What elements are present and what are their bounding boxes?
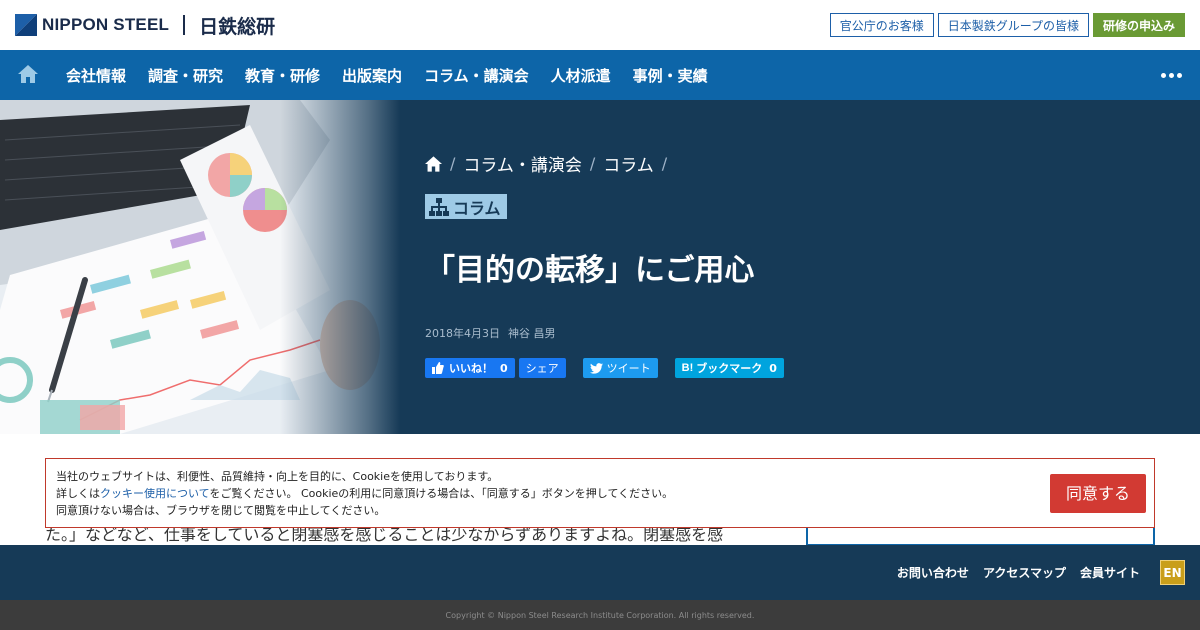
- copyright: Copyright © Nippon Steel Research Instit…: [0, 600, 1200, 630]
- logo-company-name: 日鉄総研: [199, 15, 276, 38]
- tweet-button[interactable]: ツイート: [582, 358, 658, 378]
- apply-training-button[interactable]: 研修の申込み: [1092, 13, 1185, 37]
- cookie-policy-link[interactable]: クッキー使用について: [100, 487, 209, 500]
- breadcrumb-separator: /: [661, 154, 668, 173]
- link-group[interactable]: 日本製鉄グループの皆様: [937, 13, 1089, 37]
- category-tag: コラム: [425, 194, 507, 219]
- thumbs-up-icon: [432, 362, 444, 374]
- facebook-like-button[interactable]: いいね！ 0: [425, 358, 515, 378]
- like-label: いいね！: [449, 362, 493, 375]
- tweet-label: ツイート: [606, 362, 651, 375]
- site-logo[interactable]: NIPPON STEEL 日鉄総研: [15, 13, 276, 38]
- cookie-text-line-2: 詳しくはクッキー使用についてをご覧ください。 Cookieの利用に同意頂ける場合…: [56, 485, 1144, 502]
- like-count: 0: [500, 361, 508, 375]
- nav-item-cases[interactable]: 事例・実績: [622, 65, 719, 86]
- breadcrumb-separator: /: [589, 154, 596, 173]
- hatena-b-icon: B!: [681, 362, 694, 374]
- nav-item-research[interactable]: 調査・研究: [137, 65, 234, 86]
- breadcrumb-home-icon[interactable]: [425, 155, 442, 172]
- breadcrumb-item-column[interactable]: コラム: [603, 151, 654, 176]
- publish-date: 2018年4月3日: [425, 327, 500, 340]
- logo-divider: [183, 15, 186, 35]
- main-nav: 会社情報 調査・研究 教育・研修 出版案内 コラム・講演会 人材派遣 事例・実績: [0, 50, 1200, 100]
- home-icon[interactable]: [18, 65, 38, 83]
- nav-item-columns[interactable]: コラム・講演会: [413, 65, 540, 86]
- nippon-steel-logo-icon: [15, 14, 37, 36]
- nav-items: 会社情報 調査・研究 教育・研修 出版案内 コラム・講演会 人材派遣 事例・実績: [55, 50, 719, 100]
- facebook-share-button[interactable]: シェア: [518, 358, 566, 378]
- bookmark-label: ブックマーク: [696, 362, 763, 375]
- sitemap-icon: [429, 197, 449, 216]
- nav-item-publications[interactable]: 出版案内: [331, 65, 413, 86]
- hero-image-fade: [0, 100, 400, 434]
- cookie-text-suffix: をご覧ください。 Cookieの利用に同意頂ける場合は、「同意する」ボタンを押し…: [209, 487, 674, 500]
- link-government[interactable]: 官公庁のお客様: [829, 13, 934, 37]
- top-bar: NIPPON STEEL 日鉄総研 官公庁のお客様 日本製鉄グループの皆様 研修…: [0, 0, 1200, 50]
- footer-link-contact[interactable]: お問い合わせ: [897, 564, 969, 581]
- nav-item-company[interactable]: 会社情報: [55, 65, 137, 86]
- nav-item-training[interactable]: 教育・研修: [234, 65, 331, 86]
- bookmark-count: 0: [769, 361, 777, 375]
- article-meta: 2018年4月3日 神谷 昌男: [425, 325, 556, 341]
- nav-item-staffing[interactable]: 人材派遣: [540, 65, 622, 86]
- cookie-agree-button[interactable]: 同意する: [1050, 474, 1146, 513]
- hero-image: [0, 100, 400, 434]
- page-title: 「目的の転移」にご用心: [425, 253, 755, 288]
- hero: / コラム・講演会 / コラム / コラム 「目的の転移」にご用心 2018年4…: [0, 100, 1200, 434]
- language-en-button[interactable]: EN: [1160, 560, 1185, 585]
- category-tag-label: コラム: [453, 198, 501, 218]
- breadcrumb-item-columns-lectures[interactable]: コラム・講演会: [463, 151, 582, 176]
- cookie-text-line-3: 同意頂けない場合は、ブラウザを閉じて閲覧を中止してください。: [56, 504, 386, 517]
- hatena-bookmark-button[interactable]: B! ブックマーク 0: [674, 358, 784, 378]
- cookie-text-prefix: 詳しくは: [56, 487, 100, 500]
- logo-text: NIPPON STEEL: [42, 15, 170, 34]
- author-name: 神谷 昌男: [508, 327, 556, 340]
- cookie-text-line-1: 当社のウェブサイトは、利便性、品質維持・向上を目的に、Cookieを使用しており…: [56, 470, 499, 483]
- footer-link-access-map[interactable]: アクセスマップ: [983, 564, 1066, 581]
- breadcrumb: / コラム・講演会 / コラム /: [425, 151, 675, 176]
- more-menu-icon[interactable]: [1161, 73, 1182, 78]
- footer-bar: お問い合わせ アクセスマップ 会員サイト EN: [0, 545, 1200, 600]
- breadcrumb-separator: /: [450, 154, 456, 173]
- top-links: 官公庁のお客様 日本製鉄グループの皆様 研修の申込み: [829, 13, 1185, 37]
- twitter-bird-icon: [589, 362, 603, 374]
- social-buttons: いいね！ 0 シェア ツイート B! ブックマーク 0: [425, 358, 784, 378]
- footer-links: お問い合わせ アクセスマップ 会員サイト: [897, 545, 1140, 600]
- cookie-banner: 当社のウェブサイトは、利便性、品質維持・向上を目的に、Cookieを使用しており…: [45, 458, 1155, 528]
- footer-link-member-site[interactable]: 会員サイト: [1080, 564, 1140, 581]
